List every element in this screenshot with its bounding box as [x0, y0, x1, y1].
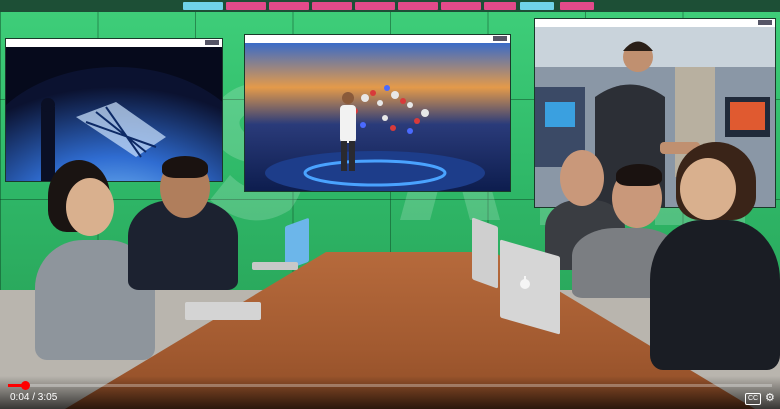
laptop-base: [252, 262, 298, 270]
panel-window-buttons: [205, 40, 219, 45]
wall-tab: [269, 2, 309, 10]
panel-title-bar: [245, 35, 510, 43]
wall-tab: [226, 2, 266, 10]
apple-logo-icon: [520, 276, 530, 289]
panel-title-bar: [6, 39, 222, 47]
wall-tab: [312, 2, 352, 10]
person-hair: [162, 156, 208, 178]
scrubber-handle[interactable]: [21, 381, 30, 390]
time-display: 0:04 / 3:05: [10, 392, 58, 403]
wall-tab: [520, 2, 554, 10]
laptop-lid: [472, 217, 498, 289]
wall-tab: [441, 2, 481, 10]
wall-tab: [484, 2, 516, 10]
panel-window-buttons: [493, 36, 507, 41]
laptop-base: [185, 302, 261, 320]
person-hair: [616, 164, 662, 186]
wall-tab: [183, 2, 223, 10]
person-head: [66, 178, 114, 236]
wall-top-bar: [0, 0, 780, 12]
person-head: [680, 158, 736, 220]
wall-tab: [398, 2, 438, 10]
progress-bar[interactable]: [8, 381, 772, 390]
wall-tab: [560, 2, 594, 10]
molecule-image: [245, 43, 510, 191]
wall-tab: [355, 2, 395, 10]
panel-window-buttons: [758, 20, 772, 25]
captions-button[interactable]: CC: [745, 393, 761, 405]
person-body: [650, 220, 780, 370]
player-controls: [0, 376, 780, 409]
gear-icon[interactable]: ⚙: [765, 392, 775, 404]
video-frame[interactable]: 0:04 / 3:05 CC ⚙: [0, 0, 780, 409]
panel-title-bar: [535, 19, 775, 27]
person-head: [560, 150, 604, 206]
wall-panel-molecule: [244, 34, 511, 192]
